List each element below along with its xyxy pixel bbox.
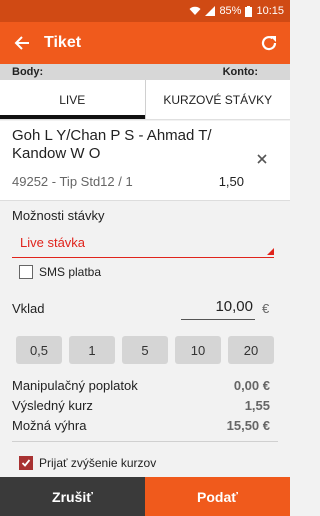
clock: 10:15 [256, 5, 284, 17]
dropdown-triangle-icon [267, 248, 274, 255]
stake-input[interactable]: 10,00 [181, 298, 255, 320]
possible-win-value: 15,50 € [226, 417, 270, 433]
quick-stake-buttons: 0,5 1 5 10 20 [16, 336, 274, 364]
refresh-icon [261, 35, 277, 51]
accept-increase-checkbox[interactable] [19, 456, 33, 470]
fee-value: 0,00 € [233, 377, 270, 393]
sms-payment-label: SMS platba [39, 265, 102, 279]
match-name: Goh L Y/Chan P S - Ahmad T/ Kandow W O [12, 127, 212, 162]
stake-label: Vklad [12, 301, 45, 316]
account-info-bar: Body: Konto: [0, 64, 290, 80]
quick-stake-0-5[interactable]: 0,5 [16, 336, 62, 364]
arrow-back-icon [14, 36, 29, 50]
battery-percent: 85% [219, 5, 242, 17]
summary-row: Možná výhra 15,50 € [12, 415, 274, 435]
summary-row: Výsledný kurz 1,55 [12, 395, 274, 415]
signal-icon [205, 6, 216, 16]
quick-stake-20[interactable]: 20 [228, 336, 274, 364]
accept-increase-label: Prijať zvýšenie kurzov [39, 456, 157, 470]
check-icon [21, 459, 31, 467]
cancel-button[interactable]: Zrušiť [0, 477, 145, 516]
accept-increase-row[interactable]: Prijať zvýšenie kurzov [19, 456, 156, 470]
quick-stake-5[interactable]: 5 [122, 336, 168, 364]
total-odd-value: 1,55 [244, 397, 270, 413]
divider [12, 441, 278, 442]
refresh-button[interactable] [248, 22, 290, 64]
remove-bet-button[interactable] [254, 151, 270, 167]
back-button[interactable] [0, 22, 44, 64]
tip-description: 49252 - Tip Std12 / 1 [12, 174, 133, 189]
battery-icon [245, 5, 253, 17]
tab-kurzove-stavky[interactable]: KURZOVÉ STÁVKY [144, 80, 291, 119]
quick-stake-10[interactable]: 10 [175, 336, 221, 364]
summary-row: Manipulačný poplatok 0,00 € [12, 375, 274, 395]
bet-options-label: Možnosti stávky [12, 208, 105, 223]
bet-type-value: Live stávka [20, 235, 86, 250]
body-label: Body: [12, 66, 44, 78]
bet-summary: Manipulačný poplatok 0,00 € Výsledný kur… [12, 375, 274, 435]
bet-odd: 1,50 [218, 174, 244, 189]
tab-bar: LIVE KURZOVÉ STÁVKY [0, 80, 290, 120]
sms-payment-checkbox[interactable] [19, 265, 33, 279]
close-icon [257, 154, 267, 164]
app-bar: Tiket [0, 22, 290, 64]
possible-win-label: Možná výhra [12, 417, 87, 433]
stake-currency: € [262, 301, 270, 316]
wifi-icon [189, 6, 201, 16]
submit-button[interactable]: Podať [145, 477, 290, 516]
tab-live[interactable]: LIVE [0, 80, 145, 119]
total-odd-label: Výsledný kurz [12, 397, 93, 413]
sms-payment-row[interactable]: SMS platba [19, 265, 101, 279]
quick-stake-1[interactable]: 1 [69, 336, 115, 364]
bet-type-select[interactable]: Live stávka [12, 230, 274, 258]
page-title: Tiket [44, 34, 82, 51]
bet-item: Goh L Y/Chan P S - Ahmad T/ Kandow W O 4… [0, 121, 290, 201]
status-bar: 85% 10:15 [0, 0, 290, 22]
fee-label: Manipulačný poplatok [12, 377, 138, 393]
action-bar: Zrušiť Podať [0, 477, 290, 516]
konto-label: Konto: [222, 66, 258, 78]
